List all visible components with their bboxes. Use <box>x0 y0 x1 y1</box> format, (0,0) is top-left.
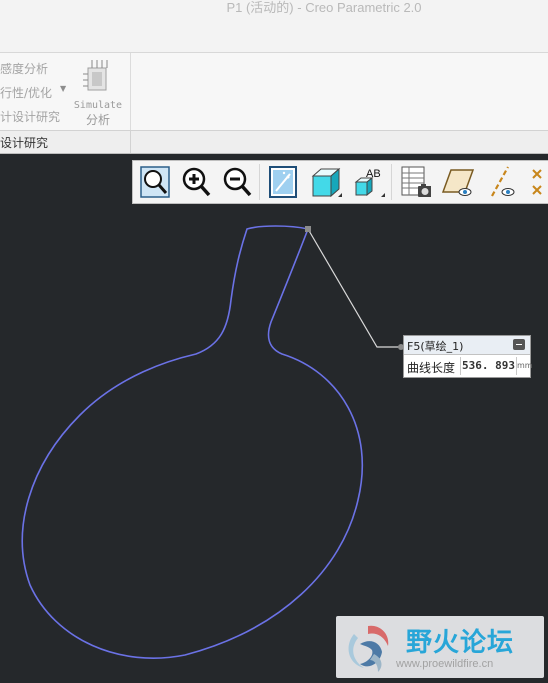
datum-plane-display-button[interactable] <box>441 164 475 200</box>
refit-button[interactable] <box>138 164 172 200</box>
display-style-icon <box>311 167 342 198</box>
minimize-icon[interactable] <box>513 339 525 350</box>
ribbon-item-sensitivity[interactable]: 感度分析 <box>0 60 48 77</box>
zoom-out-icon <box>223 167 252 197</box>
curve-info-popup: F5(草绘_1) 曲线长度 536. 893 mm <box>403 335 533 378</box>
title-bar: P1 (活动的) - Creo Parametric 2.0 <box>0 0 548 53</box>
datum-plane-display-icon <box>441 169 475 196</box>
group-separator <box>130 131 131 153</box>
zoom-out-button[interactable] <box>220 164 254 200</box>
group-label-design-study: 设计研究 <box>0 136 49 150</box>
annotation-display-button[interactable]: AB <box>352 164 386 200</box>
zoom-in-icon <box>182 167 211 197</box>
zoom-in-button[interactable] <box>179 164 213 200</box>
toolbar-separator <box>391 164 392 200</box>
datum-axis-display-button[interactable] <box>484 164 518 200</box>
simulate-sub-label: 分析 <box>85 113 110 127</box>
annotation-display-icon: AB <box>354 168 385 197</box>
forum-logo-icon <box>348 625 389 672</box>
info-popup-header: F5(草绘_1) <box>404 336 530 355</box>
curve-length-value: 536. 893 <box>462 359 515 372</box>
unit-label: mm <box>517 361 533 370</box>
simulate-button[interactable]: Simulate <box>72 100 124 111</box>
camera-button[interactable] <box>415 164 431 200</box>
repaint-button[interactable] <box>266 164 300 200</box>
sketch-curve[interactable] <box>21 225 363 659</box>
graphics-toolbar: AB <box>132 160 548 204</box>
display-style-button[interactable] <box>309 164 343 200</box>
watermark-title: 野火论坛 <box>406 628 515 658</box>
chevron-down-icon[interactable]: ▼ <box>60 84 66 93</box>
ribbon-item-feasibility[interactable]: 行性/优化 <box>0 84 52 101</box>
watermark-url: www.proewildfire.cn <box>396 658 494 670</box>
watermark: 野火论坛 www.proewildfire.cn <box>336 616 544 678</box>
leader-line <box>307 228 402 348</box>
refit-icon <box>140 166 170 198</box>
point-display-icon <box>532 169 542 195</box>
camera-icon <box>418 184 431 197</box>
toolbar-separator <box>259 164 260 200</box>
feature-name: F5(草绘_1) <box>407 340 464 353</box>
datum-axis-display-icon <box>491 166 515 197</box>
window-title: P1 (活动的) - Creo Parametric 2.0 <box>226 0 422 15</box>
ribbon-item-design-study[interactable]: 计设计研究 <box>0 108 60 125</box>
curve-length-label: 曲线长度 <box>407 361 456 375</box>
point-display-button[interactable] <box>525 164 548 200</box>
pick-point-marker[interactable] <box>305 226 311 232</box>
ribbon-group-bar: 设计研究 <box>0 130 548 154</box>
repaint-icon <box>269 166 297 198</box>
simulate-icon[interactable] <box>83 58 115 94</box>
